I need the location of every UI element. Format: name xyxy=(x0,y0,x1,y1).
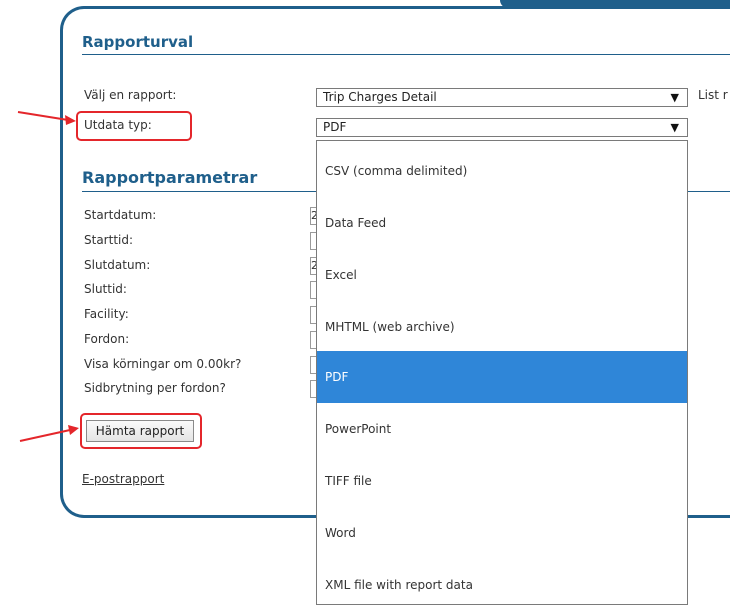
arrow-right-icon xyxy=(17,111,76,125)
annotation-arrows xyxy=(17,111,79,442)
arrow-right-icon xyxy=(19,425,79,442)
